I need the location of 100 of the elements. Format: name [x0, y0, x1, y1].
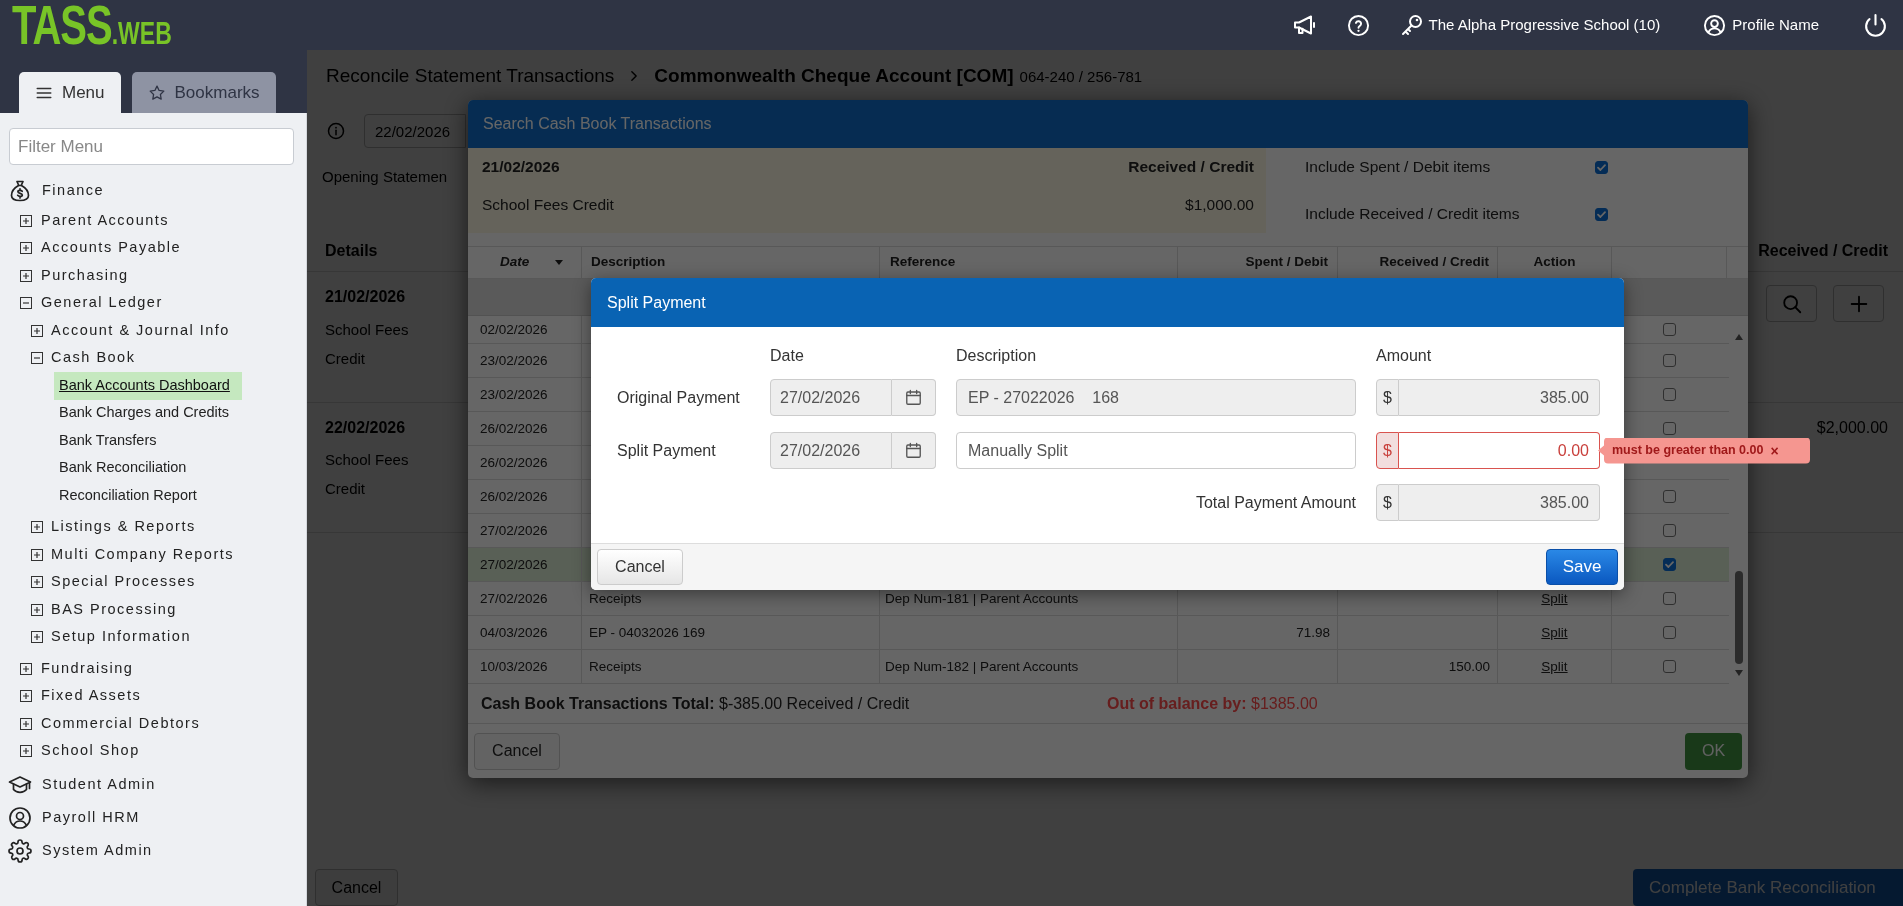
scrollbar-thumb[interactable]	[1734, 571, 1743, 664]
menu-item[interactable]: Special Processes	[0, 568, 204, 596]
statement-description: School Fees Credit	[482, 195, 614, 216]
checkbox[interactable]	[1663, 558, 1676, 571]
caret-icon[interactable]	[555, 260, 564, 265]
menu-item[interactable]: Fundraising	[0, 655, 142, 683]
menu-item[interactable]: Student Admin	[0, 768, 164, 802]
logo: TASS.WEB	[12, 0, 172, 52]
power-icon[interactable]	[1863, 12, 1888, 38]
table-cell: 26/02/2026	[468, 412, 582, 445]
sidebar-tab[interactable]: Menu	[19, 72, 121, 113]
row-label: Original Payment	[617, 387, 741, 408]
column-header: Received / Credit	[1758, 240, 1888, 261]
checkbox[interactable]	[1663, 422, 1676, 435]
currency-symbol: $	[1376, 379, 1399, 416]
sidebar-tab[interactable]: Bookmarks	[131, 72, 276, 113]
menu-item[interactable]: Setup Information	[0, 623, 199, 651]
calendar-button[interactable]	[892, 432, 936, 469]
table-cell: 04/03/2026	[468, 616, 582, 649]
checkbox-label: Include Spent / Debit items	[1305, 157, 1492, 178]
checkbox[interactable]	[1663, 388, 1676, 401]
money-bag-icon	[8, 178, 32, 203]
menu-link[interactable]: Bank Reconciliation	[54, 454, 199, 482]
close-button[interactable]: ×	[1770, 443, 1779, 458]
table-cell: Dep Num-182 | Parent Accounts	[880, 650, 1178, 683]
chevron-right-icon	[629, 69, 640, 83]
statement-amount: $1,000.00	[1185, 195, 1254, 216]
menu-item[interactable]: Finance	[0, 174, 113, 207]
search-icon	[1780, 292, 1803, 315]
menu-item[interactable]: Account & Journal Info	[0, 317, 238, 345]
info-icon[interactable]	[327, 122, 345, 140]
menu-item[interactable]: Cash Book	[0, 344, 144, 372]
checkbox[interactable]	[1663, 323, 1676, 336]
scroll-up-icon[interactable]	[1734, 334, 1743, 340]
menu-item[interactable]: Fixed Assets	[0, 682, 150, 710]
menu-item[interactable]: BAS Processing	[0, 596, 185, 624]
search-button[interactable]	[1766, 285, 1817, 322]
menu-item[interactable]: System Admin	[0, 834, 161, 868]
settings-icon	[8, 839, 32, 863]
page-title: Commonwealth Cheque Account [COM]	[654, 63, 1014, 88]
table-cell: 27/02/2026	[468, 514, 582, 547]
checkbox[interactable]	[1663, 490, 1676, 503]
menu-link[interactable]: Reconciliation Report	[54, 482, 209, 510]
checkbox[interactable]	[1663, 592, 1676, 605]
table-cell: Receipts	[582, 650, 880, 683]
calendar-button[interactable]	[892, 379, 936, 416]
star-icon	[147, 83, 166, 102]
column-header: Details	[325, 240, 378, 261]
calendar-icon	[904, 388, 923, 407]
checkbox[interactable]	[1663, 524, 1676, 537]
scroll-down-icon[interactable]	[1734, 670, 1743, 676]
save-button[interactable]: Save	[1546, 549, 1618, 585]
amount-field: 385.00	[1399, 379, 1600, 416]
table-cell: 10/03/2026	[468, 650, 582, 683]
school-selector[interactable]: The Alpha Progressive School (10)	[1399, 13, 1661, 37]
menu-link[interactable]: Bank Charges and Credits	[54, 399, 242, 427]
account-number: 064-240 / 256-781	[1019, 67, 1143, 88]
statement-type: Received / Credit	[1128, 157, 1254, 178]
column-header: Description	[956, 347, 1037, 364]
menu-item[interactable]: Payroll HRM	[0, 801, 148, 835]
filter-menu-field[interactable]: Filter Menu	[9, 128, 294, 165]
checkbox[interactable]	[1595, 207, 1608, 221]
table-cell: 27/02/2026	[468, 582, 582, 615]
menu-item[interactable]: Purchasing	[0, 262, 137, 290]
menu-link[interactable]: Bank Transfers	[54, 427, 169, 455]
menu-link[interactable]: Bank Accounts Dashboard	[54, 372, 242, 400]
menu-item[interactable]: Parent Accounts	[0, 207, 178, 235]
table-cell: 71.98	[1178, 616, 1338, 649]
description-field[interactable]: Manually Split	[956, 432, 1356, 469]
menu-item[interactable]: School Shop	[0, 737, 148, 765]
menu-item[interactable]: General Ledger	[0, 289, 171, 317]
menu-item[interactable]: Commercial Debtors	[0, 710, 209, 738]
date-field: 27/02/2026	[770, 432, 892, 469]
cancel-button[interactable]: Cancel	[597, 549, 683, 585]
amount-field[interactable]: 0.00	[1399, 432, 1600, 469]
currency-symbol: $	[1376, 432, 1399, 469]
checkbox[interactable]	[1663, 354, 1676, 367]
calendar-icon	[904, 441, 923, 460]
help-icon[interactable]	[1346, 13, 1370, 37]
statement-date: 21/02/2026	[325, 287, 407, 307]
error-message: must be greater than 0.00	[1612, 442, 1764, 460]
checkbox[interactable]	[1663, 626, 1676, 639]
add-button[interactable]	[1833, 285, 1884, 322]
date-field: 27/02/2026	[770, 379, 892, 416]
opening-label: Opening Statemen	[322, 167, 448, 187]
profile-menu[interactable]: Profile Name	[1703, 13, 1819, 37]
currency-symbol: $	[1376, 484, 1399, 521]
menu-item[interactable]: Multi Company Reports	[0, 541, 242, 569]
total-label: Total Payment Amount	[1194, 492, 1356, 513]
key-icon	[1399, 13, 1424, 37]
amount-field: 385.00	[1399, 484, 1600, 521]
column-header: Amount	[1376, 347, 1432, 364]
menu-item[interactable]: Accounts Payable	[0, 234, 190, 262]
table-cell: 26/02/2026	[468, 480, 582, 513]
table-cell: 27/02/2026	[468, 548, 582, 581]
column-header: Date	[770, 347, 804, 364]
checkbox[interactable]	[1595, 160, 1608, 174]
amount-text: $2,000.00	[1816, 417, 1888, 438]
menu-item[interactable]: Listings & Reports	[0, 513, 204, 541]
checkbox[interactable]	[1663, 660, 1676, 673]
